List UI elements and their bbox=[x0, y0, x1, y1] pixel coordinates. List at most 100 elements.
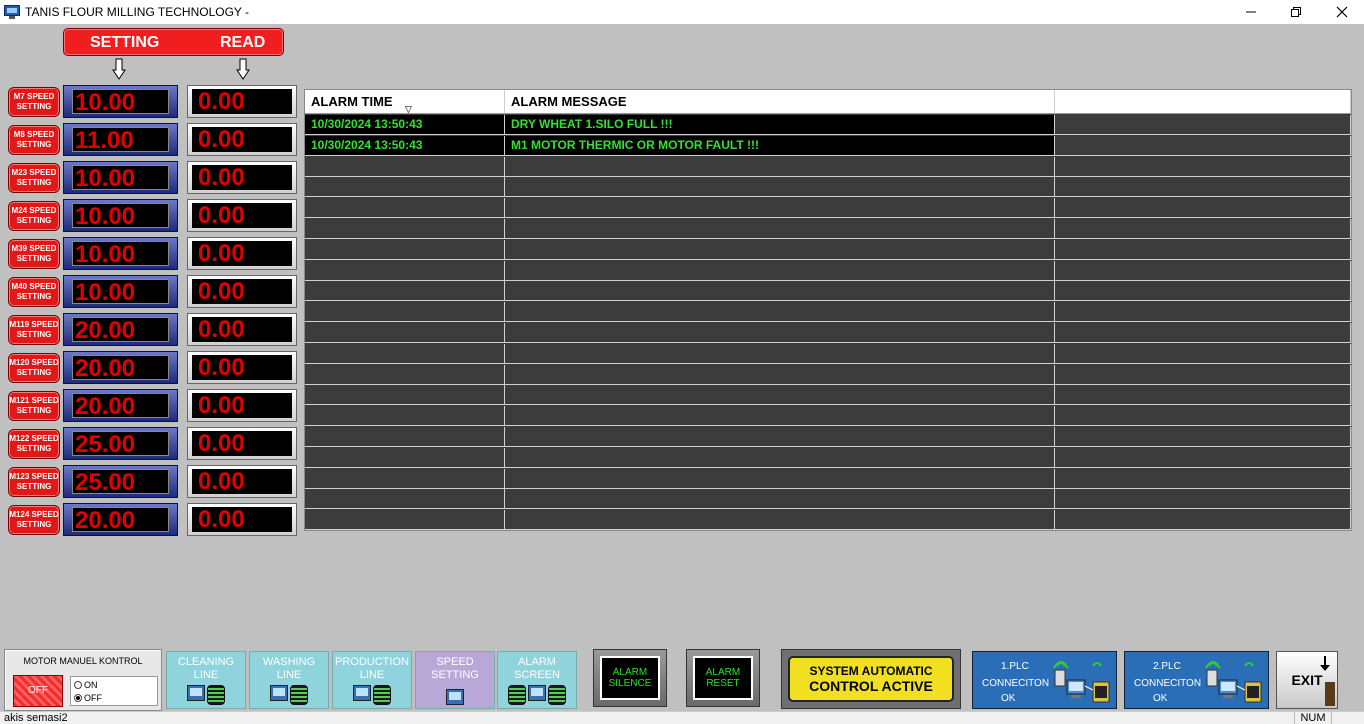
motor-speed-setting-button[interactable]: M40 SPEED SETTING bbox=[8, 277, 60, 307]
motor-speed-setting-button[interactable]: M124 SPEED SETTING bbox=[8, 505, 60, 535]
exit-button[interactable]: EXIT bbox=[1276, 651, 1338, 709]
motor-speed-setting-button[interactable]: M23 SPEED SETTING bbox=[8, 163, 60, 193]
read-value-field: 0.00 bbox=[187, 313, 297, 346]
table-row[interactable] bbox=[305, 468, 1351, 489]
motor-speed-setting-button[interactable]: M121 SPEED SETTING bbox=[8, 391, 60, 421]
setting-value-field[interactable]: 20.00 bbox=[63, 503, 178, 536]
setting-value-field[interactable]: 10.00 bbox=[63, 161, 178, 194]
motor-speed-setting-button[interactable]: M120 SPEED SETTING bbox=[8, 353, 60, 383]
maximize-button[interactable] bbox=[1273, 0, 1319, 24]
motor-label: M122 SPEED bbox=[9, 434, 59, 443]
table-row[interactable] bbox=[305, 385, 1351, 406]
nav-alarm-screen[interactable]: ALARM SCREEN bbox=[497, 651, 577, 709]
close-button[interactable] bbox=[1319, 0, 1364, 24]
alarm-time-cell bbox=[305, 510, 505, 530]
table-row[interactable] bbox=[305, 427, 1351, 447]
setting-value-field[interactable]: 25.00 bbox=[63, 427, 178, 460]
setting-value: 10.00 bbox=[72, 89, 169, 115]
setting-value-field[interactable]: 10.00 bbox=[63, 237, 178, 270]
motor-speed-setting-button[interactable]: M24 SPEED SETTING bbox=[8, 201, 60, 231]
nav-speed-setting[interactable]: SPEED SETTING bbox=[415, 651, 495, 709]
setting-value-field[interactable]: 10.00 bbox=[63, 199, 178, 232]
table-row[interactable] bbox=[305, 323, 1351, 343]
table-row[interactable] bbox=[305, 406, 1351, 427]
alarm-silence-button[interactable]: ALARM SILENCE bbox=[593, 649, 667, 707]
motor-speed-setting-button[interactable]: M122 SPEED SETTING bbox=[8, 429, 60, 459]
motor-off-button[interactable]: OFF bbox=[13, 675, 63, 707]
empty-cell bbox=[1055, 219, 1351, 238]
column-header-alarm-message[interactable]: ALARM MESSAGE bbox=[505, 90, 1055, 114]
alarm-table[interactable]: ALARM TIME ▽ ALARM MESSAGE 10/30/2024 13:… bbox=[304, 89, 1352, 531]
table-row[interactable] bbox=[305, 260, 1351, 281]
alarm-message-cell bbox=[505, 260, 1055, 280]
table-row[interactable] bbox=[305, 489, 1351, 510]
alarm-time-cell bbox=[305, 406, 505, 426]
setting-value: 10.00 bbox=[72, 241, 169, 267]
read-value-field: 0.00 bbox=[187, 351, 297, 384]
motor-label: M40 SPEED bbox=[11, 282, 57, 291]
alarm-time-cell bbox=[305, 468, 505, 488]
plc-name: 2.PLC bbox=[1153, 661, 1181, 672]
table-row[interactable] bbox=[305, 364, 1351, 385]
motor-speed-setting-button[interactable]: M123 SPEED SETTING bbox=[8, 467, 60, 497]
setting-value: 25.00 bbox=[72, 469, 169, 495]
table-row[interactable] bbox=[305, 198, 1351, 219]
alarm-message-cell: M1 MOTOR THERMIC OR MOTOR FAULT !!! bbox=[505, 135, 1055, 155]
radio-on-label: ON bbox=[84, 680, 98, 690]
computer-icon bbox=[528, 685, 546, 701]
read-value-field: 0.00 bbox=[187, 503, 297, 536]
read-value: 0.00 bbox=[192, 127, 292, 152]
table-row[interactable]: 10/30/2024 13:50:43 M1 MOTOR THERMIC OR M… bbox=[305, 135, 1351, 156]
empty-cell bbox=[1055, 468, 1351, 488]
setting-value-field[interactable]: 10.00 bbox=[63, 85, 178, 118]
setting-value: 10.00 bbox=[72, 165, 169, 191]
setting-value-field[interactable]: 11.00 bbox=[63, 123, 178, 156]
column-header-alarm-time[interactable]: ALARM TIME ▽ bbox=[305, 90, 505, 114]
motor-speed-setting-button[interactable]: M39 SPEED SETTING bbox=[8, 239, 60, 269]
setting-value-field[interactable]: 20.00 bbox=[63, 389, 178, 422]
read-value: 0.00 bbox=[192, 393, 292, 418]
motor-speed-setting-button[interactable]: M119 SPEED SETTING bbox=[8, 315, 60, 345]
setting-value-field[interactable]: 10.00 bbox=[63, 275, 178, 308]
nav-washing-line[interactable]: WASHING LINE bbox=[249, 651, 329, 709]
table-row[interactable] bbox=[305, 219, 1351, 239]
table-row[interactable]: 10/30/2024 13:50:43 DRY WHEAT 1.SILO FULL… bbox=[305, 115, 1351, 135]
table-row[interactable] bbox=[305, 239, 1351, 260]
table-row[interactable] bbox=[305, 281, 1351, 302]
alarm-message-cell bbox=[505, 364, 1055, 384]
table-row[interactable] bbox=[305, 447, 1351, 468]
motor-row: M119 SPEED SETTING 20.00 0.00 bbox=[8, 313, 298, 347]
nav-production-line[interactable]: PRODUCTION LINE bbox=[332, 651, 412, 709]
motor-row: M121 SPEED SETTING 20.00 0.00 bbox=[8, 389, 298, 423]
alarm-reset-button[interactable]: ALARM RESET bbox=[686, 649, 760, 707]
motor-label-sub: SETTING bbox=[16, 444, 52, 453]
radio-on[interactable]: ON bbox=[74, 680, 98, 690]
setting-value-field[interactable]: 20.00 bbox=[63, 313, 178, 346]
setting-value-field[interactable]: 20.00 bbox=[63, 351, 178, 384]
alarm-time-cell bbox=[305, 364, 505, 384]
read-value-field: 0.00 bbox=[187, 465, 297, 498]
motor-speed-setting-button[interactable]: M8 SPEED SETTING bbox=[8, 125, 60, 155]
setting-value: 20.00 bbox=[72, 393, 169, 419]
nav-label: PRODUCTION bbox=[335, 656, 409, 668]
empty-cell bbox=[1055, 343, 1351, 363]
minimize-button[interactable] bbox=[1228, 0, 1274, 24]
table-row[interactable] bbox=[305, 343, 1351, 364]
alarm-message-cell: DRY WHEAT 1.SILO FULL !!! bbox=[505, 115, 1055, 134]
table-row[interactable] bbox=[305, 156, 1351, 177]
silo-icon bbox=[373, 685, 391, 705]
motor-row: M7 SPEED SETTING 10.00 0.00 bbox=[8, 85, 298, 119]
empty-cell bbox=[1055, 427, 1351, 446]
table-row[interactable] bbox=[305, 177, 1351, 198]
empty-cell bbox=[1055, 364, 1351, 384]
column-header-empty[interactable] bbox=[1055, 90, 1351, 114]
radio-off[interactable]: OFF bbox=[74, 693, 102, 703]
motor-speed-setting-button[interactable]: M7 SPEED SETTING bbox=[8, 87, 60, 117]
setting-value-field[interactable]: 25.00 bbox=[63, 465, 178, 498]
table-row[interactable] bbox=[305, 510, 1351, 531]
exit-label: EXIT bbox=[1291, 672, 1323, 688]
table-row[interactable] bbox=[305, 302, 1351, 323]
motor-label: M23 SPEED bbox=[11, 168, 57, 177]
nav-cleaning-line[interactable]: CLEANING LINE bbox=[166, 651, 246, 709]
alarm-silence-label: ALARM bbox=[612, 667, 648, 678]
